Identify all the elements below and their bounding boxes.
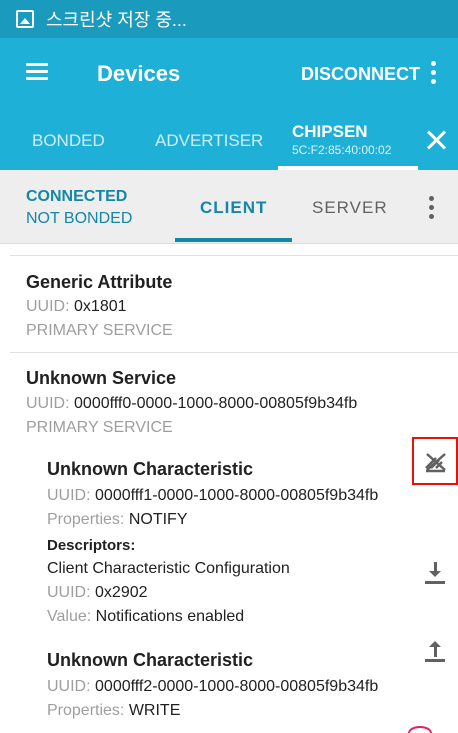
notifications-off-icon[interactable] bbox=[423, 450, 449, 474]
descriptor-name[interactable]: Client Characteristic Configuration bbox=[47, 560, 290, 578]
app-bar: Devices DISCONNECT bbox=[0, 38, 458, 110]
characteristic-uuid: UUID: 0000fff1-0000-1000-8000-00805f9b34… bbox=[47, 487, 379, 504]
upload-icon[interactable] bbox=[425, 640, 445, 664]
divider bbox=[10, 352, 458, 353]
tab-bonded[interactable]: BONDED bbox=[32, 131, 105, 151]
descriptor-uuid: UUID: 0x2902 bbox=[47, 584, 148, 601]
service-type: PRIMARY SERVICE bbox=[26, 419, 173, 436]
tab-chipsen-name: CHIPSEN bbox=[292, 122, 368, 141]
close-icon[interactable] bbox=[424, 128, 448, 152]
characteristic-name[interactable]: Unknown Characteristic bbox=[47, 459, 253, 480]
tab-client[interactable]: CLIENT bbox=[200, 198, 267, 218]
device-tabs: BONDED ADVERTISER CHIPSEN 5C:F2:85:40:00… bbox=[0, 110, 458, 170]
characteristic-properties: Properties: WRITE bbox=[47, 702, 181, 719]
service-type: PRIMARY SERVICE bbox=[26, 322, 173, 339]
service-uuid: UUID: 0x1801 bbox=[26, 298, 127, 315]
tab-chipsen[interactable]: CHIPSEN 5C:F2:85:40:00:02 bbox=[292, 122, 391, 157]
tab-chipsen-address: 5C:F2:85:40:00:02 bbox=[292, 143, 392, 157]
service-uuid: UUID: 0000fff0-0000-1000-8000-00805f9b34… bbox=[26, 395, 358, 412]
characteristic-name[interactable]: Unknown Characteristic bbox=[47, 650, 253, 671]
floating-action-button[interactable] bbox=[408, 726, 432, 733]
characteristic-properties: Properties: NOTIFY bbox=[47, 511, 188, 528]
connection-status: CONNECTED NOT BONDED bbox=[26, 186, 132, 230]
client-more-options-icon[interactable] bbox=[428, 196, 434, 220]
page-title: Devices bbox=[97, 61, 181, 86]
disconnect-button[interactable]: DISCONNECT bbox=[301, 64, 420, 85]
bond-state: NOT BONDED bbox=[26, 210, 133, 227]
service-name[interactable]: Unknown Service bbox=[26, 368, 176, 389]
status-bar: 스크린샷 저장 중... bbox=[0, 0, 458, 38]
screenshot-icon bbox=[16, 10, 34, 28]
characteristic-uuid: UUID: 0000fff2-0000-1000-8000-00805f9b34… bbox=[47, 678, 379, 695]
divider bbox=[10, 255, 458, 256]
connection-state: CONNECTED bbox=[26, 188, 128, 205]
service-name[interactable]: Generic Attribute bbox=[26, 272, 172, 293]
menu-icon[interactable] bbox=[26, 63, 48, 81]
descriptors-heading: Descriptors: bbox=[47, 537, 136, 554]
tab-server[interactable]: SERVER bbox=[312, 198, 388, 218]
more-options-icon[interactable] bbox=[430, 61, 436, 85]
download-icon[interactable] bbox=[425, 560, 445, 584]
status-text: 스크린샷 저장 중... bbox=[46, 10, 187, 30]
tab-advertiser[interactable]: ADVERTISER bbox=[155, 131, 263, 151]
descriptor-value: Value: Notifications enabled bbox=[47, 608, 245, 625]
client-tab-indicator bbox=[175, 238, 292, 242]
connection-bar: CONNECTED NOT BONDED CLIENT SERVER bbox=[0, 170, 458, 244]
